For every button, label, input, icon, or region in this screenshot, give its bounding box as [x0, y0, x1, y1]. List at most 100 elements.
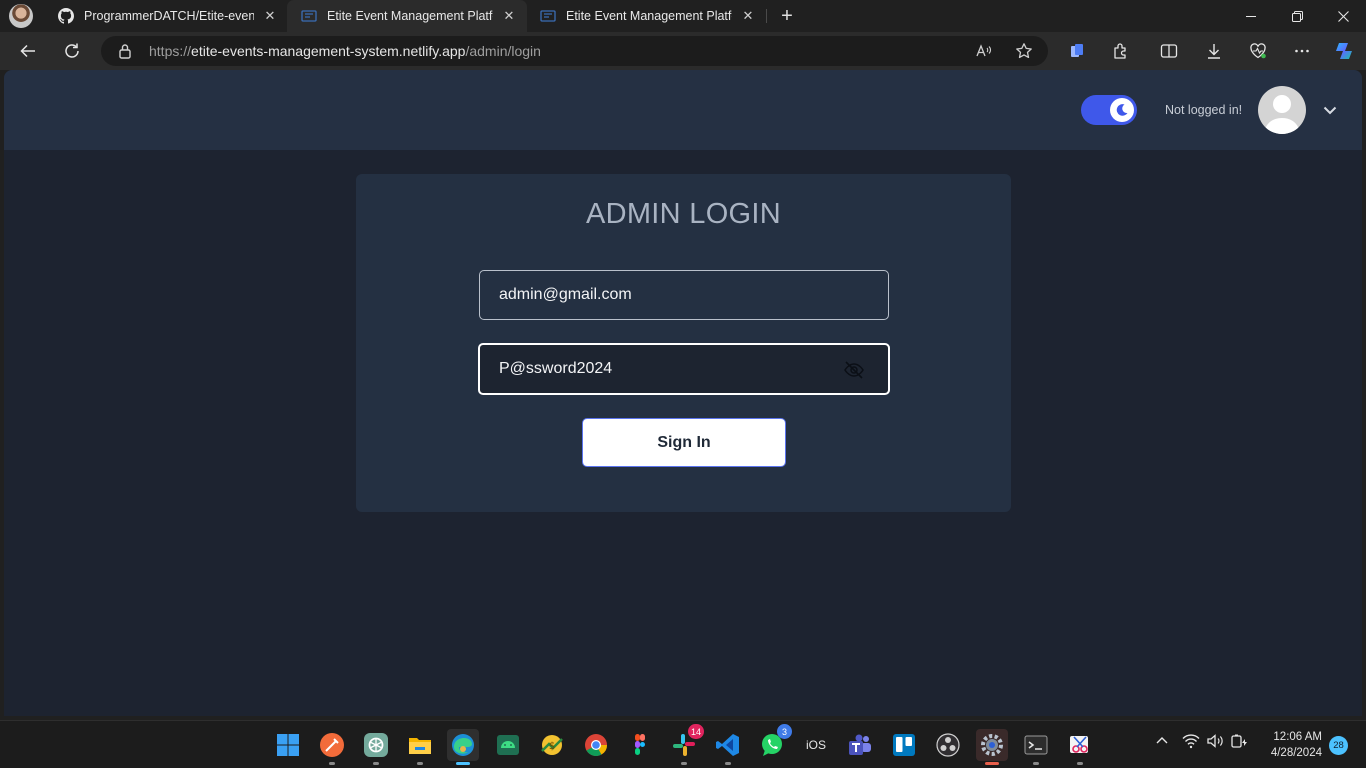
minimize-button[interactable]	[1228, 0, 1274, 32]
refresh-button[interactable]	[58, 37, 86, 65]
sign-in-button[interactable]: Sign In	[582, 418, 786, 467]
notification-badge: 14	[687, 724, 704, 739]
trello-app[interactable]	[888, 729, 920, 761]
url-text[interactable]: https://etite-events-management-system.n…	[149, 43, 541, 59]
obs-app[interactable]	[932, 729, 964, 761]
teams-icon	[849, 734, 871, 755]
email-field[interactable]	[479, 270, 889, 320]
account-menu-button[interactable]	[1320, 100, 1340, 120]
money-app[interactable]: $	[536, 729, 568, 761]
snipping-tool-app[interactable]	[1064, 729, 1096, 765]
running-indicator	[373, 762, 379, 765]
postman-app[interactable]	[316, 729, 348, 765]
edge-app[interactable]	[447, 729, 479, 765]
url-host: etite-events-management-system.netlify.a…	[191, 43, 466, 59]
chrome-app[interactable]	[580, 729, 612, 761]
notification-badge: 3	[777, 724, 792, 739]
eye-off-icon[interactable]	[843, 359, 865, 381]
star-icon	[1016, 43, 1032, 59]
slack-app[interactable]: 14	[668, 724, 704, 765]
running-indicator	[456, 762, 470, 765]
settings-app[interactable]	[976, 729, 1008, 765]
browser-toolbar: https://etite-events-management-system.n…	[0, 32, 1366, 70]
android-studio-icon	[497, 735, 519, 755]
close-window-button[interactable]	[1320, 0, 1366, 32]
new-tab-button[interactable]: +	[775, 4, 799, 28]
running-indicator	[681, 762, 687, 765]
admin-login-card: ADMIN LOGIN Sign In	[356, 174, 1011, 512]
heart-pulse-icon	[1250, 43, 1266, 59]
profile-avatar-icon[interactable]	[9, 4, 33, 28]
notification-center-button[interactable]: 28	[1329, 736, 1348, 755]
svg-text:$: $	[549, 741, 555, 752]
android-studio-app[interactable]	[492, 729, 524, 761]
network-button[interactable]	[1182, 733, 1200, 752]
wifi-icon	[1182, 734, 1200, 749]
browser-essentials-button[interactable]	[1244, 37, 1272, 65]
volume-button[interactable]	[1206, 733, 1224, 752]
favorite-button[interactable]	[1013, 40, 1035, 62]
copilot-icon	[1336, 43, 1352, 59]
file-explorer-app[interactable]	[404, 729, 436, 765]
snipping-tool-icon	[1070, 736, 1088, 753]
tab-title: Etite Event Management Platform	[566, 9, 732, 23]
system-clock[interactable]: 12:06 AM 4/28/2024	[1262, 729, 1322, 761]
login-status-text: Not logged in!	[1165, 103, 1243, 117]
puzzle-icon	[1114, 43, 1126, 59]
tab-etite-admin[interactable]: Etite Event Management Platform ✕	[287, 0, 527, 32]
running-indicator	[329, 762, 335, 765]
terminal-app[interactable]	[1020, 729, 1052, 765]
address-bar[interactable]: https://etite-events-management-system.n…	[101, 36, 1048, 66]
vscode-app[interactable]	[712, 729, 744, 765]
lock-icon[interactable]	[118, 43, 132, 59]
figma-app[interactable]	[624, 729, 656, 761]
browser-tab-strip: ProgrammerDATCH/Etite-event-r ✕ Etite Ev…	[0, 0, 1366, 32]
email-input[interactable]	[499, 271, 839, 319]
user-avatar-icon[interactable]	[1258, 86, 1306, 134]
split-screen-icon	[1160, 44, 1178, 58]
tab-title: ProgrammerDATCH/Etite-event-r	[84, 9, 254, 23]
running-indicator	[417, 762, 423, 765]
obs-icon	[936, 733, 960, 757]
running-indicator	[725, 762, 731, 765]
split-screen-button[interactable]	[1155, 37, 1183, 65]
figma-icon	[635, 734, 645, 755]
settings-icon	[981, 734, 1003, 756]
chrome-icon	[585, 734, 607, 756]
windows-taskbar: $ 14 3 iOS 12:06 AM 4/28/2024 28	[0, 720, 1366, 768]
restore-button[interactable]	[1274, 0, 1320, 32]
password-input[interactable]	[499, 345, 839, 393]
ios-icon: iOS	[805, 738, 826, 752]
running-indicator	[985, 762, 999, 765]
close-tab-icon[interactable]: ✕	[740, 8, 756, 24]
ios-app[interactable]: iOS	[800, 729, 832, 761]
battery-button[interactable]	[1230, 733, 1248, 752]
minimize-icon	[1245, 15, 1256, 17]
restore-icon	[1291, 10, 1303, 22]
clock-date: 4/28/2024	[1270, 747, 1322, 759]
tab-github[interactable]: ProgrammerDATCH/Etite-event-r ✕	[44, 0, 288, 32]
toggle-knob	[1110, 98, 1134, 122]
teams-app[interactable]	[844, 729, 876, 761]
avatar-silhouette	[1264, 95, 1300, 134]
theme-toggle[interactable]	[1081, 95, 1137, 125]
close-tab-icon[interactable]: ✕	[262, 8, 278, 24]
collections-button[interactable]	[1063, 37, 1091, 65]
chatgpt-app[interactable]	[360, 729, 392, 765]
whatsapp-app[interactable]: 3	[756, 724, 792, 761]
copilot-button[interactable]	[1330, 37, 1358, 65]
money-app-icon: $	[541, 735, 563, 755]
tab-etite-platform[interactable]: Etite Event Management Platform ✕	[526, 0, 766, 32]
moon-icon	[1116, 104, 1128, 116]
close-tab-icon[interactable]: ✕	[501, 8, 517, 24]
show-hidden-icons-button[interactable]	[1154, 733, 1170, 752]
settings-menu-button[interactable]	[1288, 37, 1316, 65]
back-button[interactable]	[14, 37, 42, 65]
downloads-button[interactable]	[1200, 37, 1228, 65]
vscode-icon	[716, 734, 739, 756]
read-aloud-button[interactable]	[973, 40, 995, 62]
extensions-button[interactable]	[1107, 37, 1135, 65]
password-field[interactable]	[478, 343, 890, 395]
tab-title: Etite Event Management Platform	[327, 9, 493, 23]
start-button[interactable]	[272, 729, 304, 761]
